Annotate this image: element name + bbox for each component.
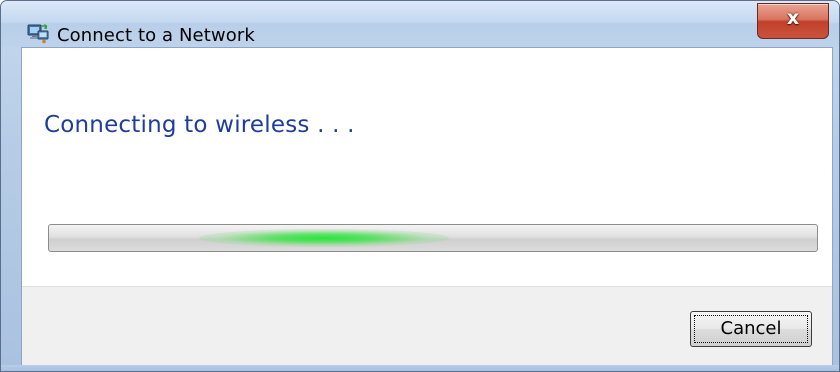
connection-progress-bar	[48, 224, 818, 252]
close-icon: x	[786, 7, 800, 29]
window-frame-bottom	[1, 365, 839, 371]
title-bar[interactable]: Connect to a Network x	[1, 1, 839, 47]
dialog-footer: Cancel	[22, 286, 832, 367]
dialog-content: Connecting to wireless . . . Cancel	[21, 47, 833, 367]
progress-indicator-glow	[199, 229, 449, 247]
window-title: Connect to a Network	[57, 25, 255, 46]
status-heading: Connecting to wireless . . .	[44, 112, 355, 138]
network-connection-icon	[27, 22, 49, 44]
dialog-window: Connect to a Network x Connecting to wir…	[0, 0, 840, 372]
close-button[interactable]: x	[757, 3, 829, 39]
cancel-button[interactable]: Cancel	[690, 311, 812, 347]
cancel-button-label: Cancel	[720, 318, 782, 339]
